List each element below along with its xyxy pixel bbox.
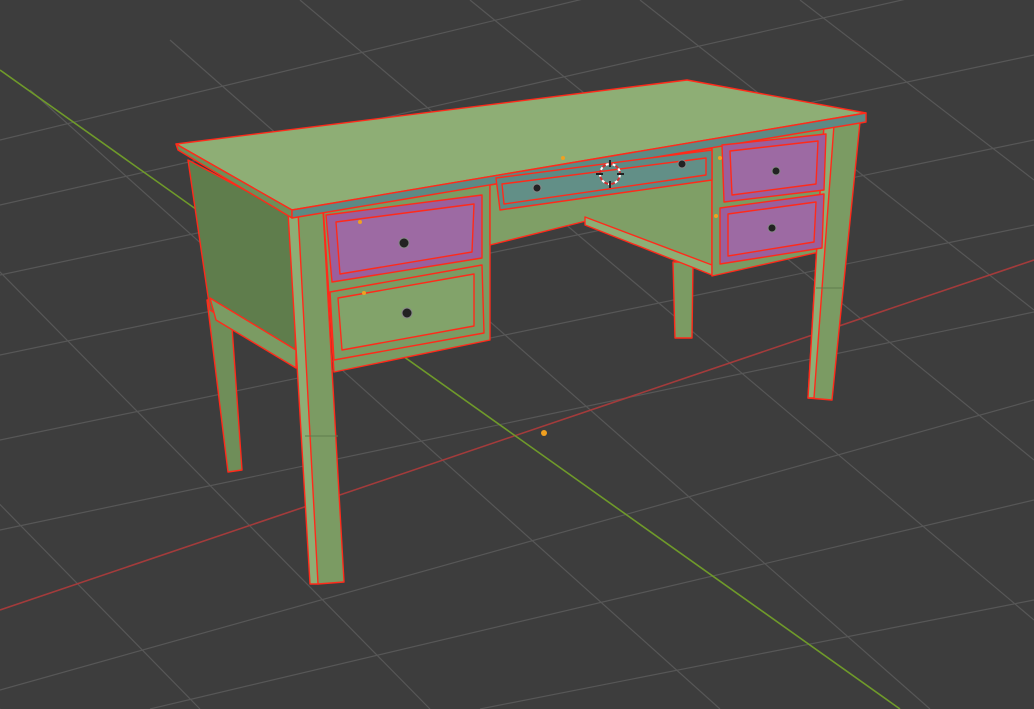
handle-icon	[767, 223, 777, 233]
handle-icon	[398, 237, 410, 249]
3d-viewport[interactable]	[0, 0, 1034, 709]
handle-icon	[401, 307, 413, 319]
world-origin-icon	[541, 430, 547, 436]
desk-leg-back-right	[672, 261, 694, 339]
handle-icon	[771, 166, 781, 176]
handle-icon	[532, 183, 542, 193]
handle-icon	[677, 159, 687, 169]
